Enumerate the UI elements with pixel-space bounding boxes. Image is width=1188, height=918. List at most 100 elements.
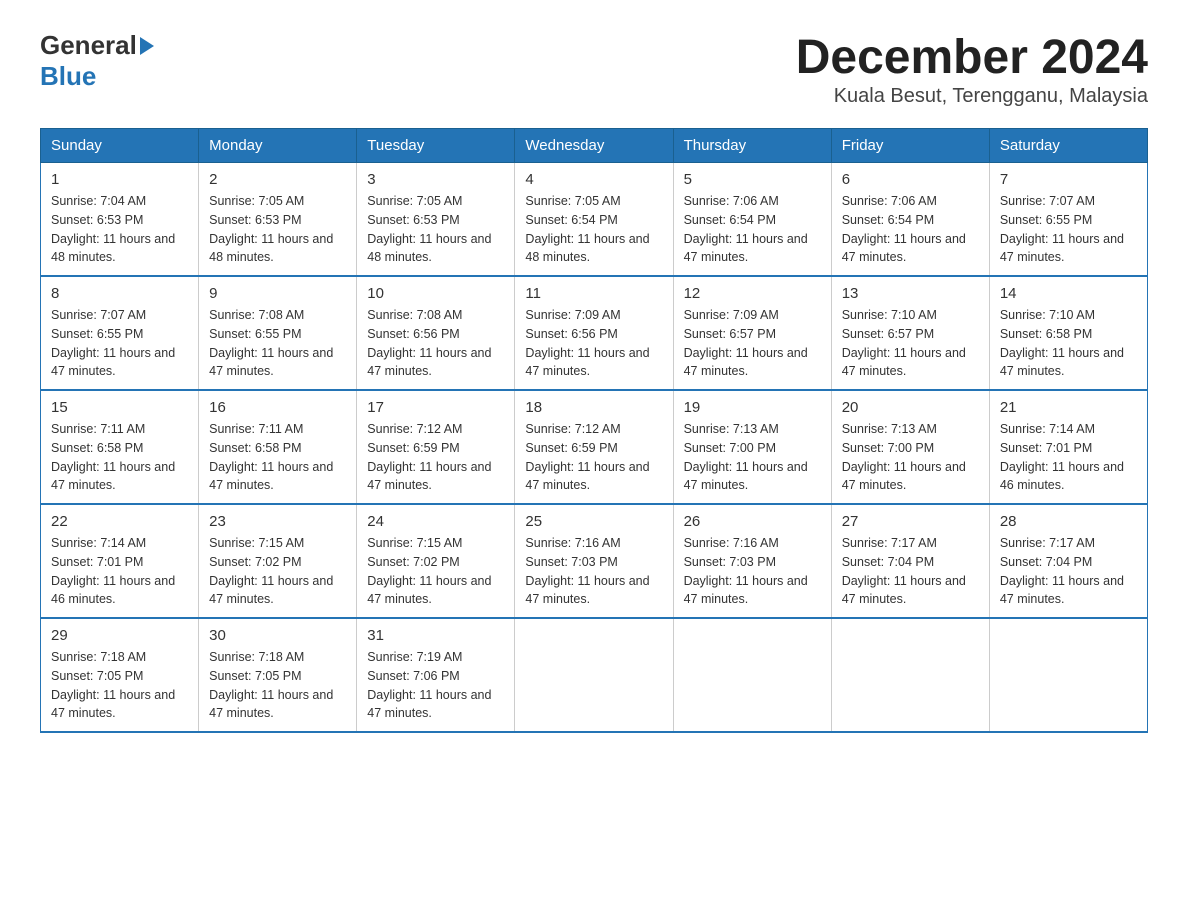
- day-number: 26: [684, 513, 821, 530]
- header-sunday: Sunday: [41, 129, 199, 163]
- sunset-label: Sunset: 7:06 PM: [367, 669, 459, 683]
- logo: General Blue: [40, 30, 154, 92]
- daylight-label: Daylight: 11 hours and 47 minutes.: [525, 460, 649, 493]
- sunrise-label: Sunrise: 7:12 AM: [367, 422, 462, 436]
- day-number: 4: [525, 171, 662, 188]
- calendar-day-cell: 7 Sunrise: 7:07 AM Sunset: 6:55 PM Dayli…: [989, 163, 1147, 277]
- day-number: 30: [209, 627, 346, 644]
- day-number: 8: [51, 285, 188, 302]
- sunrise-label: Sunrise: 7:18 AM: [51, 650, 146, 664]
- daylight-label: Daylight: 11 hours and 47 minutes.: [51, 346, 175, 379]
- daylight-label: Daylight: 11 hours and 47 minutes.: [684, 346, 808, 379]
- daylight-label: Daylight: 11 hours and 46 minutes.: [51, 574, 175, 607]
- day-info: Sunrise: 7:07 AM Sunset: 6:55 PM Dayligh…: [1000, 192, 1137, 267]
- sunset-label: Sunset: 7:01 PM: [1000, 441, 1092, 455]
- day-info: Sunrise: 7:05 AM Sunset: 6:53 PM Dayligh…: [367, 192, 504, 267]
- calendar-day-cell: 10 Sunrise: 7:08 AM Sunset: 6:56 PM Dayl…: [357, 276, 515, 390]
- sunrise-label: Sunrise: 7:19 AM: [367, 650, 462, 664]
- daylight-label: Daylight: 11 hours and 47 minutes.: [367, 460, 491, 493]
- day-info: Sunrise: 7:18 AM Sunset: 7:05 PM Dayligh…: [209, 648, 346, 723]
- sunrise-label: Sunrise: 7:05 AM: [209, 194, 304, 208]
- day-info: Sunrise: 7:13 AM Sunset: 7:00 PM Dayligh…: [684, 420, 821, 495]
- day-number: 17: [367, 399, 504, 416]
- calendar-day-cell: [673, 618, 831, 732]
- sunrise-label: Sunrise: 7:04 AM: [51, 194, 146, 208]
- sunset-label: Sunset: 6:56 PM: [525, 327, 617, 341]
- sunset-label: Sunset: 6:55 PM: [209, 327, 301, 341]
- day-info: Sunrise: 7:10 AM Sunset: 6:57 PM Dayligh…: [842, 306, 979, 381]
- day-number: 31: [367, 627, 504, 644]
- day-number: 5: [684, 171, 821, 188]
- calendar-day-cell: 3 Sunrise: 7:05 AM Sunset: 6:53 PM Dayli…: [357, 163, 515, 277]
- daylight-label: Daylight: 11 hours and 47 minutes.: [684, 460, 808, 493]
- day-number: 29: [51, 627, 188, 644]
- sunset-label: Sunset: 6:57 PM: [684, 327, 776, 341]
- day-info: Sunrise: 7:10 AM Sunset: 6:58 PM Dayligh…: [1000, 306, 1137, 381]
- sunset-label: Sunset: 6:58 PM: [209, 441, 301, 455]
- calendar-day-cell: 25 Sunrise: 7:16 AM Sunset: 7:03 PM Dayl…: [515, 504, 673, 618]
- day-info: Sunrise: 7:12 AM Sunset: 6:59 PM Dayligh…: [525, 420, 662, 495]
- page-header: General Blue December 2024 Kuala Besut, …: [40, 30, 1148, 108]
- calendar-day-cell: 22 Sunrise: 7:14 AM Sunset: 7:01 PM Dayl…: [41, 504, 199, 618]
- day-number: 24: [367, 513, 504, 530]
- calendar-day-cell: [515, 618, 673, 732]
- header-wednesday: Wednesday: [515, 129, 673, 163]
- sunset-label: Sunset: 6:59 PM: [367, 441, 459, 455]
- sunset-label: Sunset: 6:54 PM: [525, 213, 617, 227]
- daylight-label: Daylight: 11 hours and 47 minutes.: [51, 460, 175, 493]
- daylight-label: Daylight: 11 hours and 47 minutes.: [1000, 346, 1124, 379]
- sunrise-label: Sunrise: 7:10 AM: [1000, 308, 1095, 322]
- calendar-table: Sunday Monday Tuesday Wednesday Thursday…: [40, 128, 1148, 733]
- calendar-day-cell: 23 Sunrise: 7:15 AM Sunset: 7:02 PM Dayl…: [199, 504, 357, 618]
- day-info: Sunrise: 7:09 AM Sunset: 6:56 PM Dayligh…: [525, 306, 662, 381]
- calendar-day-cell: 16 Sunrise: 7:11 AM Sunset: 6:58 PM Dayl…: [199, 390, 357, 504]
- daylight-label: Daylight: 11 hours and 47 minutes.: [525, 346, 649, 379]
- day-info: Sunrise: 7:17 AM Sunset: 7:04 PM Dayligh…: [1000, 534, 1137, 609]
- sunrise-label: Sunrise: 7:18 AM: [209, 650, 304, 664]
- calendar-week-row: 22 Sunrise: 7:14 AM Sunset: 7:01 PM Dayl…: [41, 504, 1148, 618]
- day-info: Sunrise: 7:05 AM Sunset: 6:54 PM Dayligh…: [525, 192, 662, 267]
- day-number: 7: [1000, 171, 1137, 188]
- sunrise-label: Sunrise: 7:06 AM: [684, 194, 779, 208]
- daylight-label: Daylight: 11 hours and 47 minutes.: [842, 574, 966, 607]
- calendar-day-cell: 19 Sunrise: 7:13 AM Sunset: 7:00 PM Dayl…: [673, 390, 831, 504]
- sunrise-label: Sunrise: 7:12 AM: [525, 422, 620, 436]
- day-info: Sunrise: 7:15 AM Sunset: 7:02 PM Dayligh…: [209, 534, 346, 609]
- header-tuesday: Tuesday: [357, 129, 515, 163]
- calendar-week-row: 15 Sunrise: 7:11 AM Sunset: 6:58 PM Dayl…: [41, 390, 1148, 504]
- daylight-label: Daylight: 11 hours and 47 minutes.: [51, 688, 175, 721]
- calendar-week-row: 8 Sunrise: 7:07 AM Sunset: 6:55 PM Dayli…: [41, 276, 1148, 390]
- day-number: 15: [51, 399, 188, 416]
- day-number: 20: [842, 399, 979, 416]
- calendar-day-cell: 21 Sunrise: 7:14 AM Sunset: 7:01 PM Dayl…: [989, 390, 1147, 504]
- day-number: 13: [842, 285, 979, 302]
- sunset-label: Sunset: 7:02 PM: [209, 555, 301, 569]
- sunrise-label: Sunrise: 7:13 AM: [684, 422, 779, 436]
- header-thursday: Thursday: [673, 129, 831, 163]
- day-info: Sunrise: 7:16 AM Sunset: 7:03 PM Dayligh…: [525, 534, 662, 609]
- sunrise-label: Sunrise: 7:17 AM: [1000, 536, 1095, 550]
- day-number: 22: [51, 513, 188, 530]
- logo-arrow-icon: [140, 37, 154, 55]
- sunset-label: Sunset: 6:55 PM: [51, 327, 143, 341]
- sunset-label: Sunset: 6:53 PM: [367, 213, 459, 227]
- day-number: 19: [684, 399, 821, 416]
- sunrise-label: Sunrise: 7:14 AM: [1000, 422, 1095, 436]
- day-number: 21: [1000, 399, 1137, 416]
- calendar-day-cell: 27 Sunrise: 7:17 AM Sunset: 7:04 PM Dayl…: [831, 504, 989, 618]
- sunrise-label: Sunrise: 7:15 AM: [367, 536, 462, 550]
- day-number: 27: [842, 513, 979, 530]
- sunrise-label: Sunrise: 7:13 AM: [842, 422, 937, 436]
- sunrise-label: Sunrise: 7:05 AM: [525, 194, 620, 208]
- day-info: Sunrise: 7:11 AM Sunset: 6:58 PM Dayligh…: [51, 420, 188, 495]
- calendar-day-cell: 5 Sunrise: 7:06 AM Sunset: 6:54 PM Dayli…: [673, 163, 831, 277]
- daylight-label: Daylight: 11 hours and 48 minutes.: [367, 232, 491, 265]
- day-number: 11: [525, 285, 662, 302]
- sunrise-label: Sunrise: 7:05 AM: [367, 194, 462, 208]
- sunset-label: Sunset: 6:56 PM: [367, 327, 459, 341]
- day-info: Sunrise: 7:07 AM Sunset: 6:55 PM Dayligh…: [51, 306, 188, 381]
- daylight-label: Daylight: 11 hours and 46 minutes.: [1000, 460, 1124, 493]
- logo-general-text: General: [40, 30, 137, 61]
- calendar-day-cell: [989, 618, 1147, 732]
- logo-blue-text: Blue: [40, 61, 96, 91]
